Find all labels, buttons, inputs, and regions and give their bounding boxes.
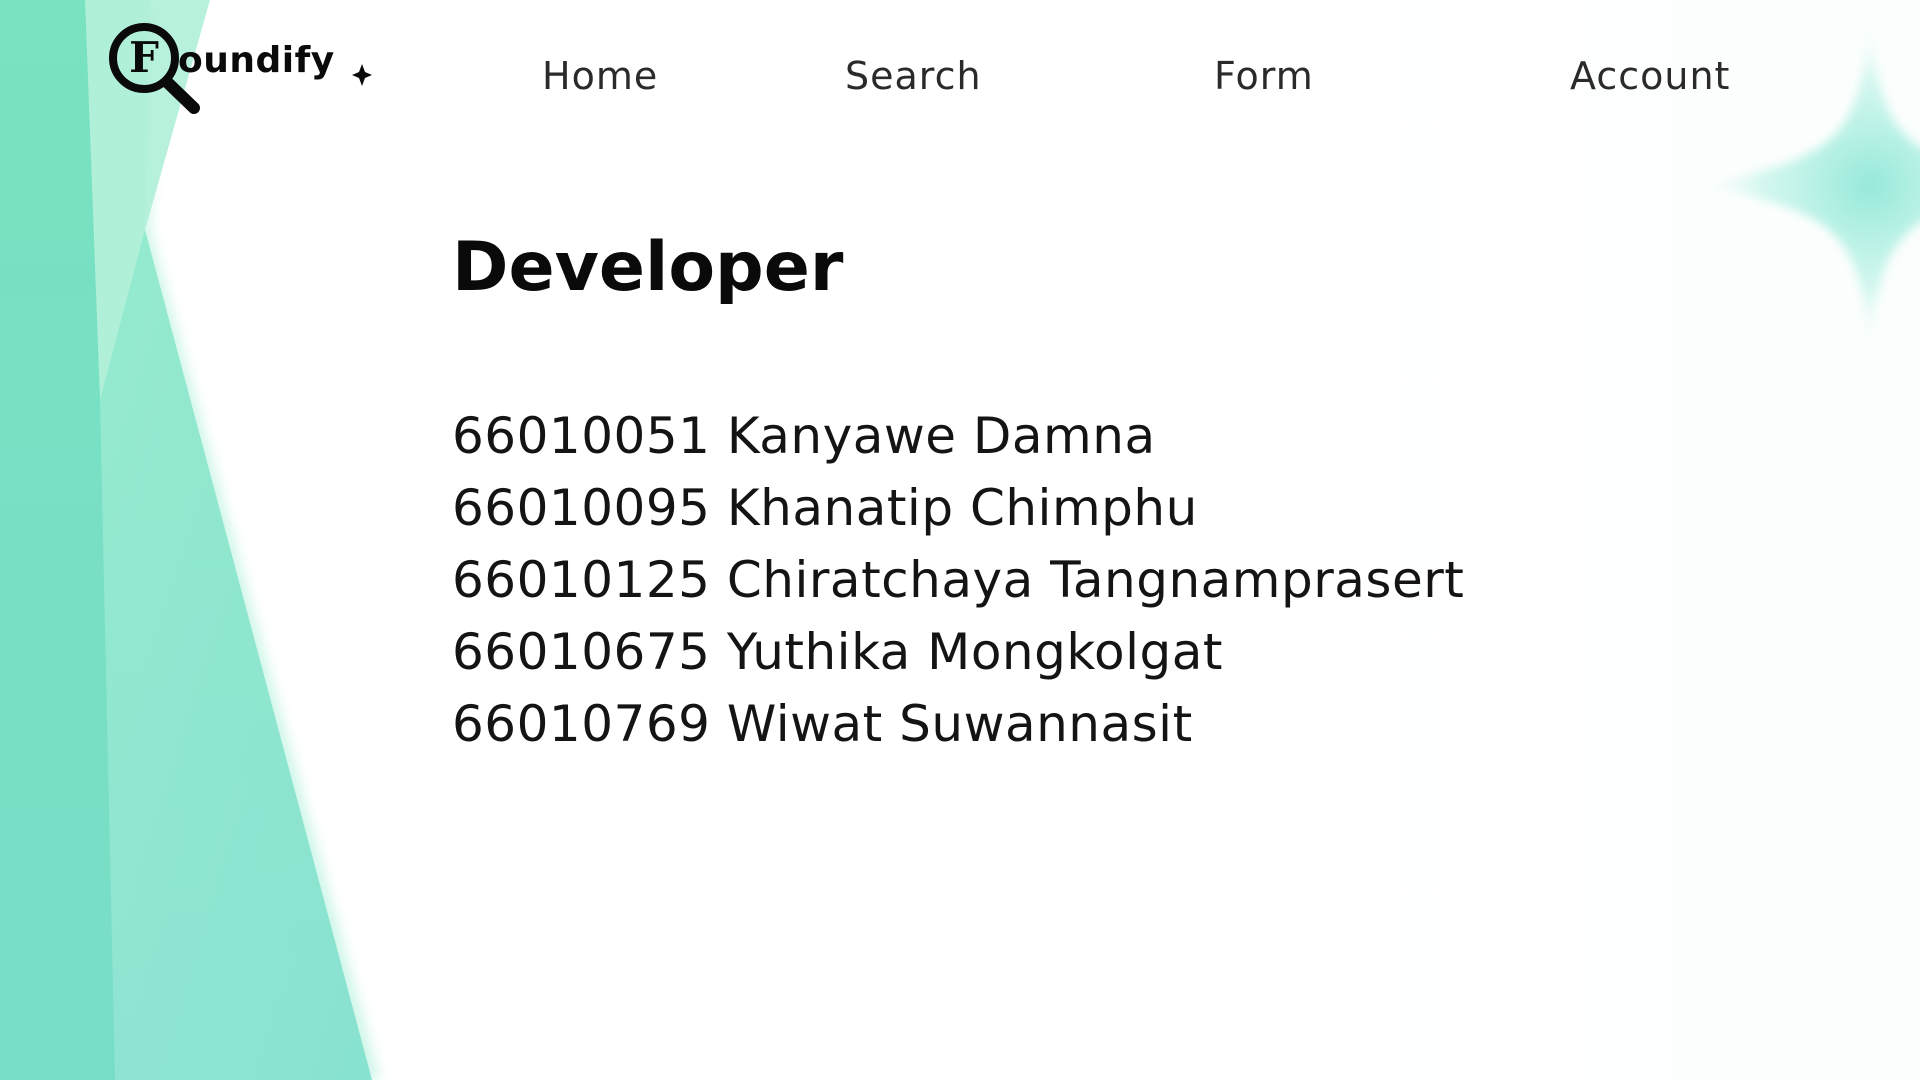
foundify-logo[interactable]: F oundify: [104, 20, 374, 120]
page: F oundify Home Search Form Account Devel…: [0, 0, 1920, 1080]
top-navigation-bar: F oundify Home Search Form Account: [0, 0, 1920, 160]
magnifier-logo-icon: F oundify: [109, 23, 372, 114]
developer-item: 66010051 Kanyawe Damna: [452, 407, 1156, 465]
nav-home-link[interactable]: Home: [542, 54, 658, 98]
nav-search-link[interactable]: Search: [845, 54, 982, 98]
developer-list: 66010051 Kanyawe Damna 66010095 Khanatip…: [452, 400, 1464, 760]
nav-account-link[interactable]: Account: [1570, 54, 1730, 98]
svg-text:oundify: oundify: [178, 40, 335, 81]
developer-item: 66010095 Khanatip Chimphu: [452, 479, 1198, 537]
svg-text:F: F: [129, 33, 159, 82]
nav-form-link[interactable]: Form: [1214, 54, 1314, 98]
developer-item: 66010675 Yuthika Mongkolgat: [452, 623, 1223, 681]
developer-item: 66010769 Wiwat Suwannasit: [452, 695, 1193, 753]
page-title: Developer: [452, 228, 844, 307]
developer-item: 66010125 Chiratchaya Tangnamprasert: [452, 551, 1465, 609]
decorative-shard-background: [0, 0, 380, 1080]
